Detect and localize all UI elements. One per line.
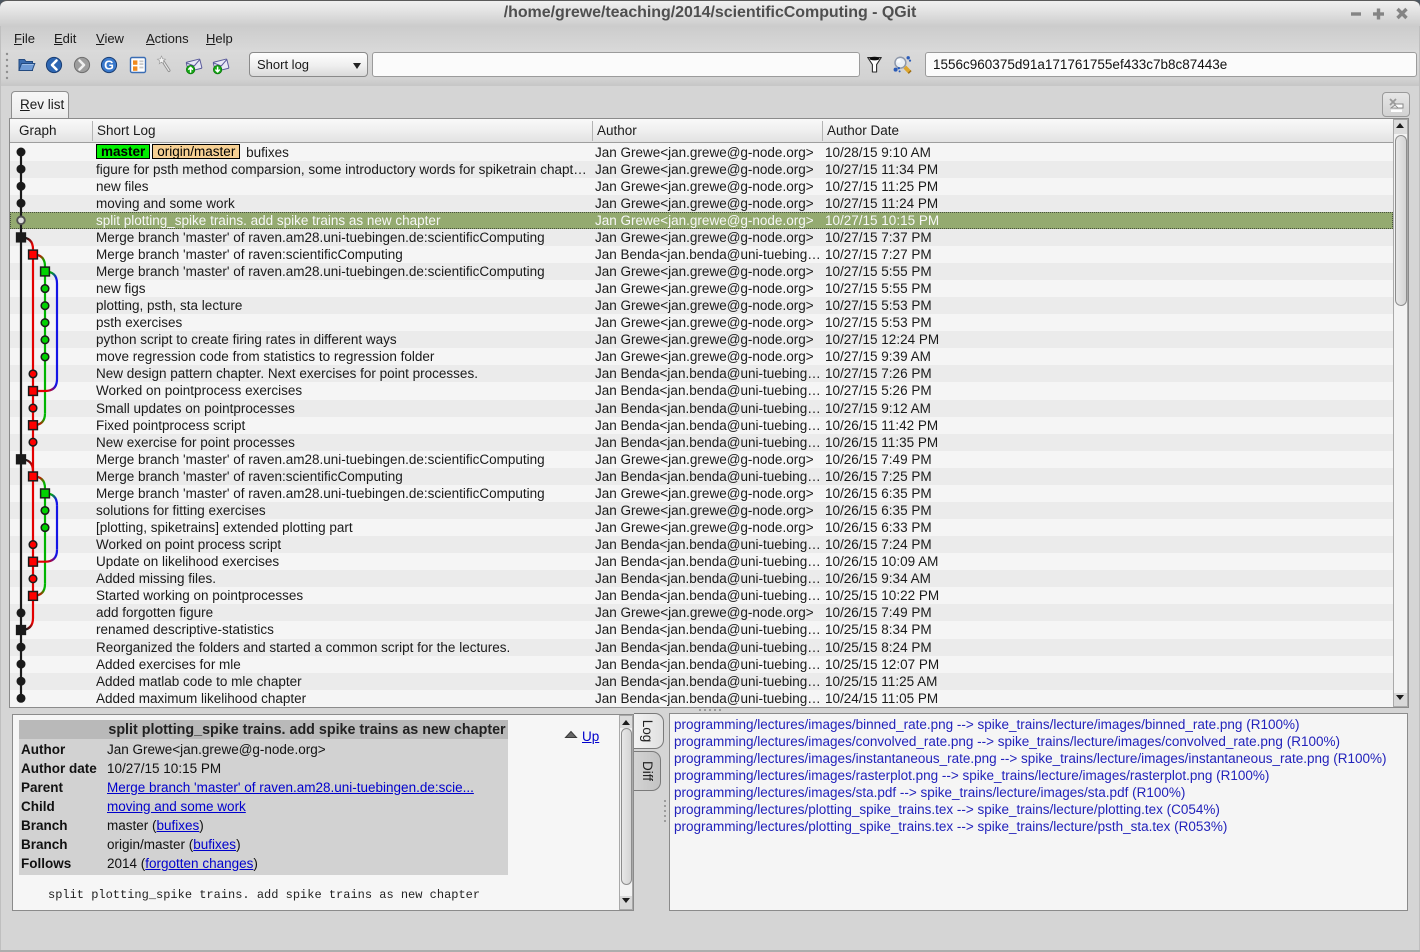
svg-text:G: G	[104, 59, 114, 73]
